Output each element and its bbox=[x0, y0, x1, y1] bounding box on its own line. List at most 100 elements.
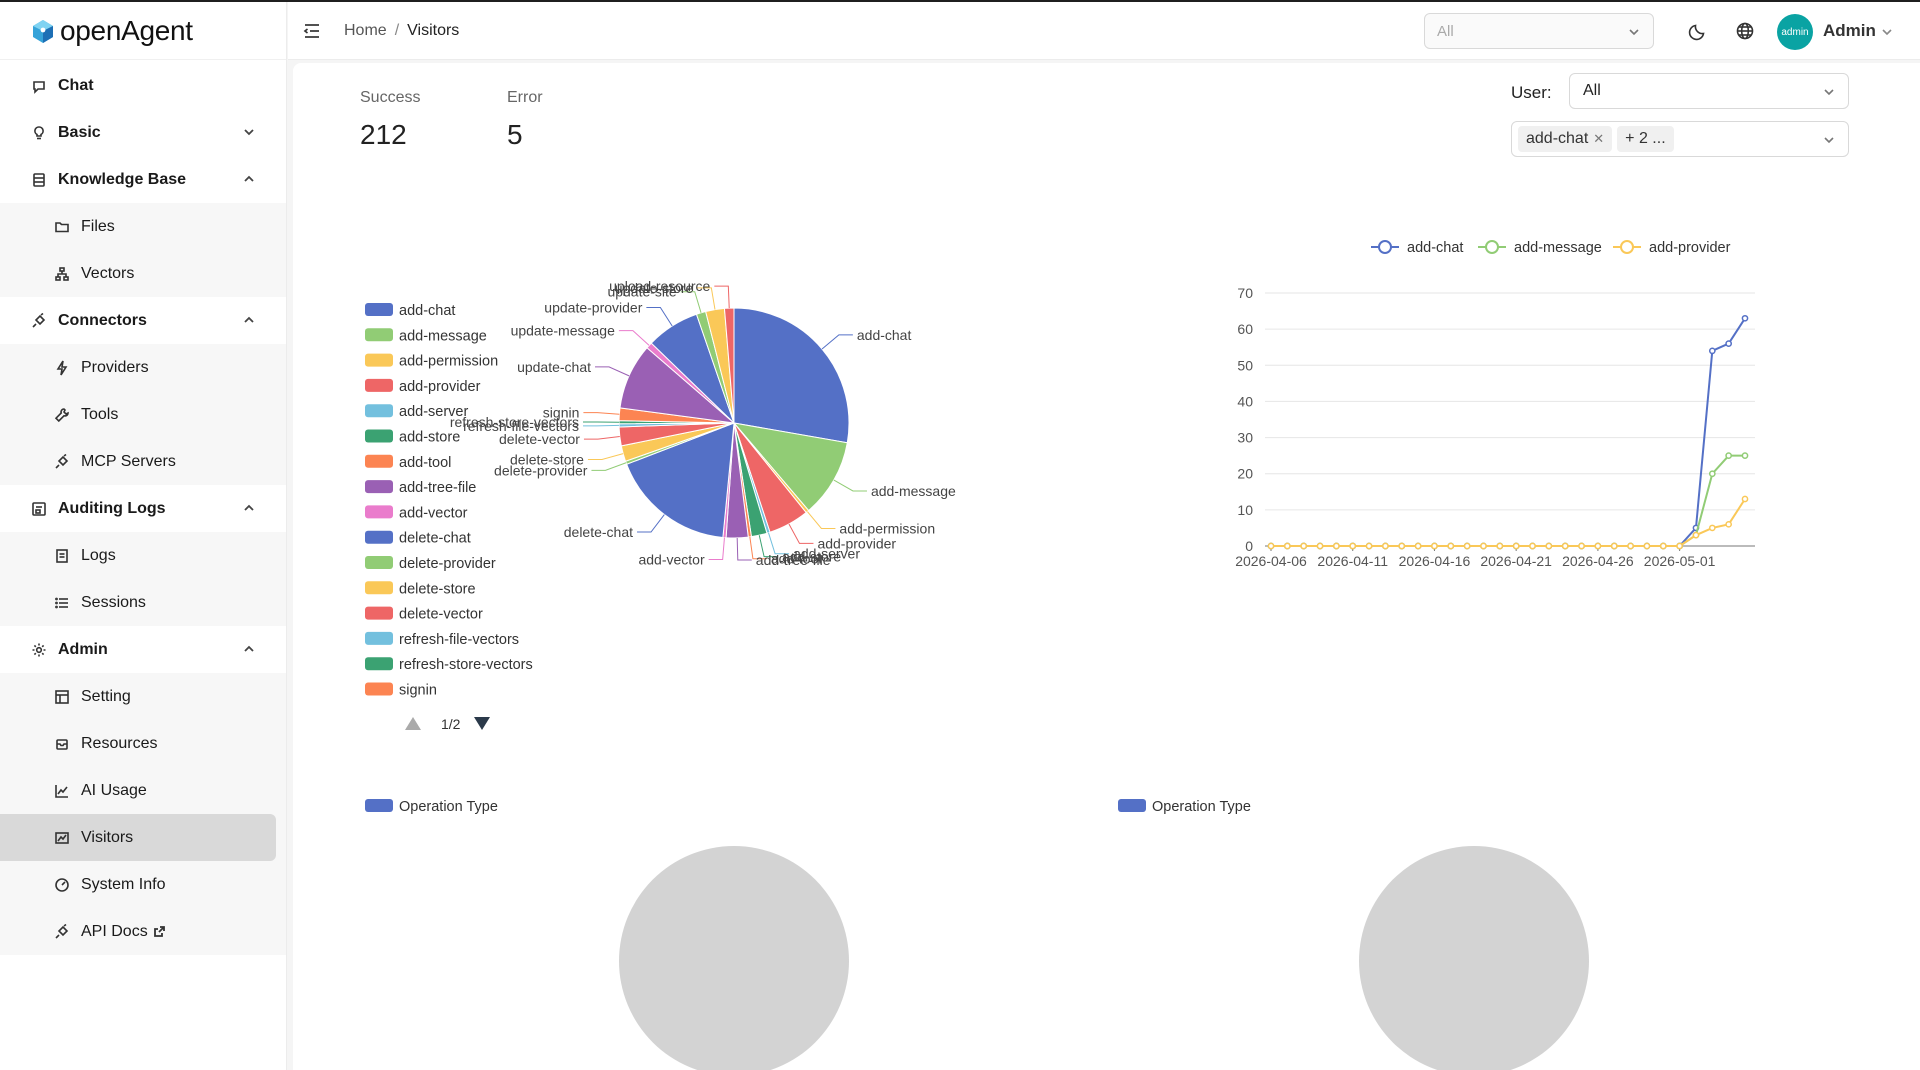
legend-label: add-chat bbox=[399, 303, 455, 319]
sidebar-item-label: Basic bbox=[58, 123, 101, 141]
sidebar-item-mcp-servers[interactable]: MCP Servers bbox=[0, 438, 286, 485]
plug-icon bbox=[53, 453, 71, 471]
sidebar-item-system-info[interactable]: System Info bbox=[0, 861, 286, 908]
legend-label: add-tree-file bbox=[399, 480, 476, 496]
logo[interactable]: openAgent bbox=[0, 2, 286, 60]
pie-slice-label: update-message bbox=[511, 323, 616, 339]
user-filter-select[interactable]: All bbox=[1569, 73, 1849, 109]
pie-slice[interactable] bbox=[733, 307, 850, 444]
breadcrumb-home[interactable]: Home bbox=[344, 22, 387, 39]
close-icon[interactable]: ✕ bbox=[1593, 131, 1604, 147]
legend-swatch bbox=[365, 303, 393, 316]
data-point bbox=[1529, 542, 1536, 550]
data-point bbox=[1708, 347, 1716, 355]
sidebar-item-ai-usage[interactable]: AI Usage bbox=[0, 767, 286, 814]
legend-swatch bbox=[365, 328, 393, 342]
pie-leader-line bbox=[833, 479, 867, 492]
operation-tag[interactable]: add-chat ✕ bbox=[1518, 126, 1613, 152]
sidebar-item-knowledge-base[interactable]: Knowledge Base bbox=[0, 156, 286, 203]
chevron-up-icon bbox=[242, 642, 256, 656]
x-tick-label: 2026-04-21 bbox=[1480, 553, 1552, 569]
sidebar-item-visitors[interactable]: Visitors bbox=[0, 814, 276, 861]
sidebar-item-tools[interactable]: Tools bbox=[0, 391, 286, 438]
sidebar-item-label: Sessions bbox=[81, 593, 146, 611]
operation-filter-select[interactable]: add-chat ✕ + 2 ... bbox=[1511, 121, 1849, 157]
sidebar-item-basic[interactable]: Basic bbox=[0, 109, 286, 156]
legend-label: add-store bbox=[399, 430, 460, 446]
chat-icon bbox=[30, 77, 48, 95]
y-tick-label: 0 bbox=[1245, 538, 1253, 554]
data-point bbox=[1725, 340, 1733, 347]
sidebar-item-connectors[interactable]: Connectors bbox=[0, 297, 286, 344]
area-chart-icon bbox=[53, 829, 71, 847]
sidebar-item-resources[interactable]: Resources bbox=[0, 720, 286, 767]
legend-swatch bbox=[365, 799, 393, 812]
audit-icon bbox=[30, 500, 48, 518]
menu-fold-icon[interactable] bbox=[302, 21, 322, 41]
stat-error: Error 5 bbox=[507, 89, 543, 151]
list-icon bbox=[53, 594, 71, 612]
data-point bbox=[1447, 542, 1455, 550]
sidebar-item-label: API Docs bbox=[81, 922, 148, 940]
sidebar-item-chat[interactable]: Chat bbox=[0, 62, 286, 109]
sidebar-item-providers[interactable]: Providers bbox=[0, 344, 286, 391]
pie-slice-label: add-vector bbox=[638, 552, 704, 568]
empty-pie-chart-left: Operation Type bbox=[365, 799, 849, 1070]
sidebar-item-files[interactable]: Files bbox=[0, 203, 286, 250]
y-tick-label: 10 bbox=[1237, 502, 1253, 518]
chevron-down-icon bbox=[1822, 133, 1836, 147]
data-point bbox=[1545, 542, 1553, 550]
legend-swatch bbox=[365, 353, 393, 367]
legend-swatch bbox=[365, 480, 393, 494]
sidebar-item-label: Logs bbox=[81, 546, 116, 564]
y-tick-label: 30 bbox=[1237, 430, 1253, 446]
legend-swatch bbox=[365, 682, 393, 696]
stat-error-value: 5 bbox=[507, 119, 523, 150]
data-point bbox=[1610, 542, 1618, 550]
legend-swatch bbox=[365, 429, 393, 443]
pie-leader-line bbox=[595, 366, 630, 377]
plug-icon bbox=[53, 923, 71, 941]
plug-icon bbox=[30, 312, 48, 330]
legend-marker bbox=[1620, 240, 1634, 254]
top-header: Home / Visitors All admin Admin bbox=[288, 2, 1920, 60]
legend-label: add-provider bbox=[1649, 240, 1731, 256]
pie-leader-line bbox=[587, 453, 624, 461]
legend-label: add-message bbox=[1514, 240, 1602, 256]
pie-leader-line bbox=[714, 285, 730, 309]
moon-icon[interactable] bbox=[1688, 21, 1708, 41]
legend-swatch bbox=[365, 606, 393, 620]
sidebar-item-setting[interactable]: Setting bbox=[0, 673, 286, 720]
avatar[interactable]: admin bbox=[1777, 14, 1813, 50]
globe-icon[interactable] bbox=[1735, 21, 1755, 41]
more-tags-badge[interactable]: + 2 ... bbox=[1617, 126, 1674, 152]
legend-label: add-permission bbox=[399, 354, 498, 370]
sidebar-item-auditing-logs[interactable]: Auditing Logs bbox=[0, 485, 286, 532]
chevron-up-icon bbox=[242, 313, 256, 327]
sidebar-item-sessions[interactable]: Sessions bbox=[0, 579, 286, 626]
x-tick-label: 2026-04-26 bbox=[1562, 553, 1634, 569]
breadcrumb-separator: / bbox=[394, 21, 400, 39]
sidebar-item-api-docs[interactable]: API Docs bbox=[0, 908, 286, 955]
legend-label: add-tool bbox=[399, 455, 451, 471]
pie-slice-label: delete-store bbox=[510, 452, 584, 468]
stat-success: Success 212 bbox=[360, 89, 420, 151]
chevron-up-icon bbox=[242, 501, 256, 515]
data-point bbox=[1382, 542, 1389, 550]
sidebar-item-label: AI Usage bbox=[81, 781, 147, 799]
sidebar-item-admin[interactable]: Admin bbox=[0, 626, 286, 673]
user-name[interactable]: Admin bbox=[1823, 21, 1876, 41]
chevron-down-icon[interactable] bbox=[1881, 25, 1893, 37]
dashboard-icon bbox=[53, 876, 71, 894]
sidebar-item-label: System Info bbox=[81, 875, 166, 893]
sidebar-item-logs[interactable]: Logs bbox=[0, 532, 286, 579]
sidebar-item-vectors[interactable]: Vectors bbox=[0, 250, 286, 297]
sidebar-item-label: Admin bbox=[58, 640, 108, 658]
pie-slice-label: signin bbox=[543, 405, 580, 421]
empty-pie-circle bbox=[619, 846, 849, 1070]
header-store-select[interactable]: All bbox=[1424, 13, 1654, 49]
sidebar-item-label: Files bbox=[81, 217, 115, 235]
legend-swatch bbox=[1118, 799, 1146, 812]
line-chart-icon bbox=[53, 782, 71, 800]
pie-leader-line bbox=[806, 511, 836, 529]
